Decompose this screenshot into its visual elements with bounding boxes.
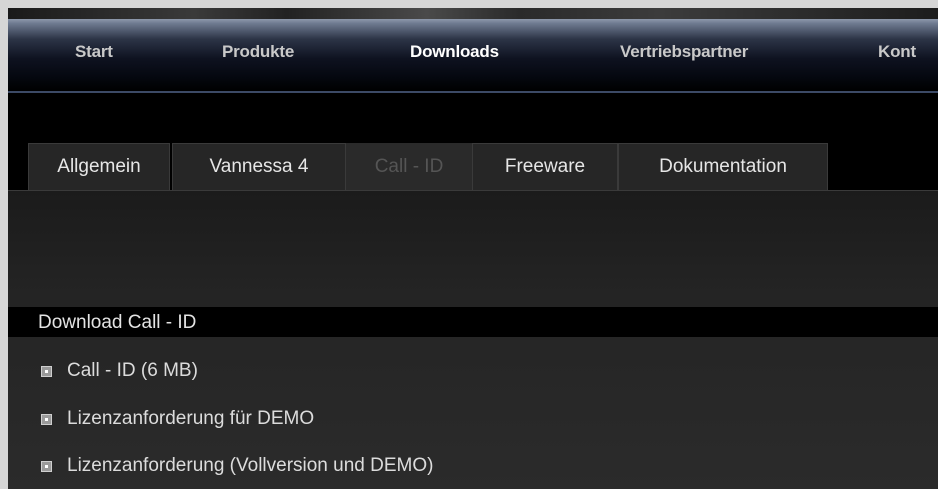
header-image-strip (8, 8, 938, 19)
tab-bar: Allgemein Vannessa 4 Call - ID Freeware … (8, 143, 938, 192)
square-bullet-icon (41, 413, 52, 425)
nav-item-produkte[interactable]: Produkte (222, 42, 294, 62)
download-item-label[interactable]: Call - ID (6 MB) (67, 360, 198, 382)
nav-item-vertriebspartner[interactable]: Vertriebspartner (620, 42, 748, 62)
tab-allgemein[interactable]: Allgemein (28, 143, 170, 192)
page-frame: Start Produkte Downloads Vertriebspartne… (8, 8, 938, 489)
download-item-demo-license[interactable]: Lizenzanforderung für DEMO (41, 406, 314, 432)
nav-item-downloads[interactable]: Downloads (410, 42, 499, 62)
tab-call-id[interactable]: Call - ID (346, 143, 472, 192)
nav-item-start[interactable]: Start (75, 42, 113, 62)
download-item-full-license[interactable]: Lizenzanforderung (Vollversion und DEMO) (41, 453, 433, 479)
tab-vannessa-4[interactable]: Vannessa 4 (172, 143, 346, 192)
tab-freeware[interactable]: Freeware (472, 143, 618, 192)
download-item-label[interactable]: Lizenzanforderung für DEMO (67, 408, 314, 430)
tab-dokumentation[interactable]: Dokumentation (618, 143, 828, 192)
main-navigation: Start Produkte Downloads Vertriebspartne… (8, 19, 938, 93)
nav-item-kontakt[interactable]: Kont (878, 42, 916, 62)
download-item-label[interactable]: Lizenzanforderung (Vollversion und DEMO) (67, 455, 433, 477)
square-bullet-icon (41, 365, 52, 377)
download-item-call-id[interactable]: Call - ID (6 MB) (41, 358, 198, 384)
square-bullet-icon (41, 460, 52, 472)
content-panel: Download Call - ID Call - ID (6 MB) Lize… (8, 190, 938, 489)
section-title: Download Call - ID (8, 307, 938, 337)
